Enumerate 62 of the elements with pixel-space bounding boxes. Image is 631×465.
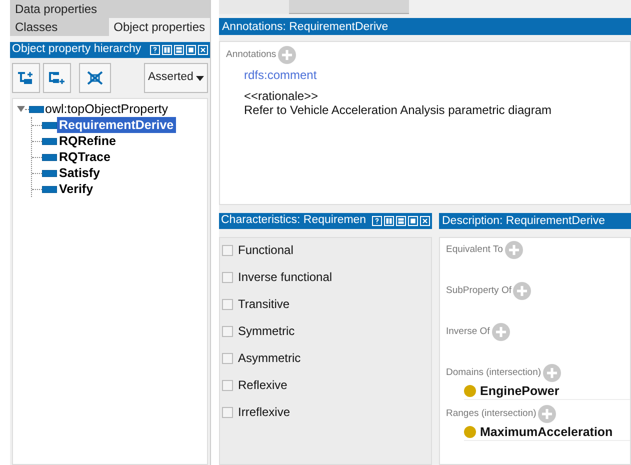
expand-triangle-icon[interactable] [17, 105, 25, 113]
add-sibling-button[interactable] [43, 63, 71, 93]
checkbox[interactable] [222, 406, 233, 418]
panel-title: Object property hierarchy [12, 42, 142, 58]
checkbox-label: Functional [238, 242, 294, 258]
checkbox[interactable] [222, 352, 233, 364]
checkbox[interactable] [222, 298, 233, 310]
tree-item[interactable]: Satisfy [57, 165, 102, 181]
delete-icon [86, 70, 104, 86]
tree-item[interactable]: Verify [57, 181, 96, 197]
checkbox-label: Inverse functional [238, 269, 332, 285]
hierarchy-add-icon [17, 71, 35, 85]
split-vertical-icon[interactable] [162, 45, 172, 55]
delete-button[interactable] [79, 63, 111, 93]
class-name[interactable]: EnginePower [480, 383, 560, 399]
checkbox[interactable] [222, 326, 233, 336]
panel-title: Characteristics: Requiremen [221, 213, 366, 228]
checkbox-label: Reflexive [238, 377, 288, 393]
view-mode-dropdown[interactable]: Asserted [144, 63, 208, 93]
maximize-icon[interactable] [408, 216, 418, 226]
checkbox-label: Transitive [238, 296, 290, 312]
close-icon[interactable] [420, 216, 430, 226]
annotation-property[interactable]: rdfs:comment [244, 66, 624, 84]
caret-icon [196, 76, 204, 80]
help-icon[interactable] [372, 216, 382, 226]
tab[interactable]: Classes [10, 18, 109, 36]
split-horizontal-icon[interactable] [174, 45, 184, 55]
section-label: Inverse Of [446, 324, 490, 339]
checkbox[interactable] [222, 272, 233, 282]
class-name[interactable]: MaximumAcceleration [480, 424, 613, 440]
sibling-add-icon [48, 71, 66, 85]
tree-item[interactable]: RQRefine [57, 133, 118, 149]
panel-title: Annotations: RequirementDerive [222, 20, 388, 34]
add-subproperty-button[interactable] [12, 63, 40, 93]
section-label: Ranges (intersection) [446, 406, 536, 421]
property-icon [42, 186, 57, 192]
help-icon[interactable] [150, 45, 160, 55]
property-icon [42, 154, 57, 160]
checkbox-label: Asymmetric [238, 350, 301, 366]
annotation-text: <<rationale>> [244, 89, 320, 103]
split-vertical-icon[interactable] [384, 216, 394, 226]
annotation-text: Refer to Vehicle Acceleration Analysis parametric diagram [244, 103, 552, 117]
checkbox[interactable] [222, 244, 233, 256]
tree-item[interactable]: RQTrace [57, 149, 112, 165]
checkbox-label: Irreflexive [238, 404, 290, 420]
tab[interactable]: Data properties [10, 0, 210, 18]
property-icon [42, 138, 57, 144]
property-icon [42, 170, 57, 176]
section-label: SubProperty Of [446, 284, 512, 298]
checkbox[interactable] [222, 380, 233, 390]
section-label: Equivalent To [446, 242, 503, 257]
tree-item[interactable]: owl:topObjectProperty [44, 101, 169, 117]
split-horizontal-icon[interactable] [396, 216, 406, 226]
maximize-icon[interactable] [186, 45, 196, 55]
section-label: Annotations [226, 48, 276, 62]
tree-item[interactable]: RequirementDerive [57, 117, 176, 133]
property-icon [29, 106, 44, 112]
panel-title: Description: RequirementDerive [442, 214, 605, 228]
section-label: Domains (intersection) [446, 366, 542, 380]
close-icon[interactable] [198, 45, 208, 55]
property-icon [42, 122, 57, 128]
checkbox-label: Symmetric [238, 323, 295, 339]
